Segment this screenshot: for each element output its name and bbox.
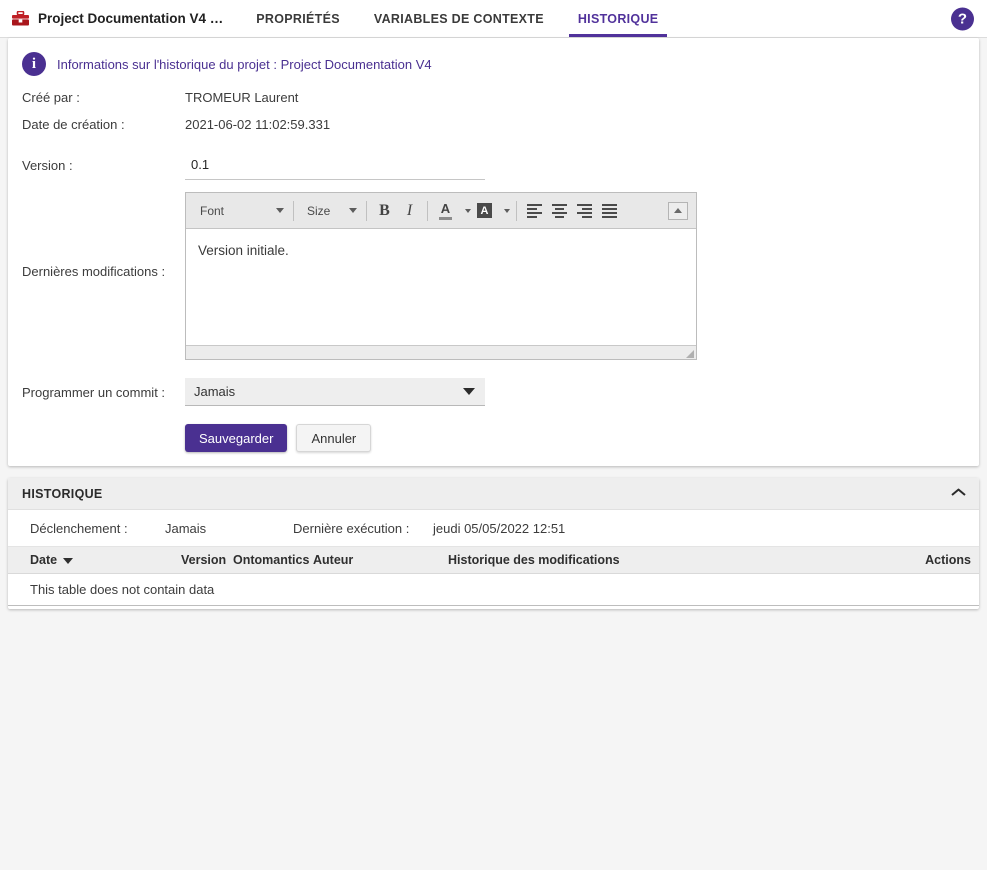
- editor-toolbar: Font Size B I A A: [186, 193, 696, 229]
- column-header-ontomantics[interactable]: Ontomantics: [225, 546, 309, 574]
- creation-date-row: Date de création : 2021-06-02 11:02:59.3…: [8, 113, 979, 141]
- tab-proprietes-label: PROPRIÉTÉS: [256, 11, 340, 26]
- tab-proprietes[interactable]: PROPRIÉTÉS: [239, 0, 357, 37]
- italic-button[interactable]: I: [397, 199, 422, 223]
- background-color-button[interactable]: A: [472, 199, 497, 223]
- creation-date-value: 2021-06-02 11:02:59.331: [185, 117, 331, 132]
- history-panel-title: HISTORIQUE: [22, 486, 103, 501]
- help-icon[interactable]: ?: [951, 7, 974, 30]
- size-dropdown[interactable]: Size: [299, 199, 361, 222]
- chevron-down-icon: [465, 208, 471, 213]
- commit-schedule-select[interactable]: Jamais: [185, 378, 485, 406]
- trigger-value: Jamais: [165, 520, 207, 536]
- text-color-dropdown[interactable]: [458, 199, 472, 223]
- table-bottom-padding: [8, 606, 979, 609]
- align-justify-button[interactable]: [597, 199, 622, 223]
- project-history-form-card: i Informations sur l'historique du proje…: [8, 38, 979, 466]
- column-header-version[interactable]: Version: [173, 546, 226, 574]
- chevron-up-icon[interactable]: [952, 490, 965, 498]
- toolbar-divider: [516, 200, 517, 221]
- toolbar-divider: [293, 200, 294, 221]
- top-navigation-bar: Project Documentation V4 … PROPRIÉTÉS VA…: [0, 0, 987, 38]
- background-color-dropdown[interactable]: [497, 199, 511, 223]
- bold-icon: B: [379, 201, 390, 219]
- font-dropdown[interactable]: Font: [192, 199, 288, 222]
- last-run-value: jeudi 05/05/2022 12:51: [433, 520, 566, 536]
- history-table-header-row: Date Version Ontomantics Auteur Historiq…: [8, 546, 979, 574]
- sort-descending-icon: [63, 557, 74, 564]
- text-color-glyph: A: [440, 200, 451, 216]
- history-table: Date Version Ontomantics Auteur Historiq…: [8, 546, 979, 606]
- trigger-label: Déclenchement :: [30, 520, 128, 536]
- toolbar-divider: [427, 200, 428, 221]
- tab-variables-de-contexte-label: VARIABLES DE CONTEXTE: [373, 11, 544, 26]
- created-by-row: Créé par : TROMEUR Laurent: [8, 86, 979, 113]
- triangle-up-icon: [674, 208, 682, 213]
- text-color-icon: A: [439, 202, 452, 220]
- rich-text-editor: Font Size B I A A Version initiale.: [185, 192, 697, 360]
- align-right-button[interactable]: [572, 199, 597, 223]
- background-color-icon: A: [477, 203, 492, 218]
- save-button[interactable]: Sauvegarder: [185, 424, 288, 452]
- info-banner: i Informations sur l'historique du proje…: [8, 38, 979, 86]
- chevron-down-icon: [504, 208, 510, 213]
- column-header-date-label: Date: [30, 553, 58, 567]
- info-banner-text: Informations sur l'historique du projet …: [57, 56, 432, 72]
- toolbox-icon: [12, 10, 29, 26]
- column-header-actions: Actions: [899, 546, 979, 574]
- editor-status-bar: [186, 345, 696, 359]
- align-justify-icon: [602, 203, 617, 218]
- history-panel: HISTORIQUE Déclenchement : Jamais Derniè…: [8, 478, 979, 609]
- info-icon: i: [22, 52, 46, 76]
- last-changes-textarea[interactable]: Version initiale.: [186, 229, 696, 345]
- align-center-button[interactable]: [547, 199, 572, 223]
- history-panel-header[interactable]: HISTORIQUE: [8, 478, 979, 510]
- last-changes-label: Dernières modifications :: [22, 264, 166, 279]
- bold-button[interactable]: B: [372, 199, 397, 223]
- column-header-auteur[interactable]: Auteur: [305, 546, 440, 574]
- creation-date-label: Date de création :: [22, 117, 125, 132]
- italic-icon: I: [406, 201, 413, 219]
- chevron-down-icon: [349, 208, 357, 213]
- commit-schedule-label: Programmer un commit :: [22, 384, 166, 400]
- chevron-down-icon: [463, 388, 475, 395]
- font-dropdown-label: Font: [200, 203, 225, 218]
- tab-historique-label: HISTORIQUE: [577, 11, 659, 26]
- created-by-label: Créé par :: [22, 90, 80, 105]
- version-row: Version :: [8, 147, 979, 183]
- help-icon-glyph: ?: [957, 10, 968, 27]
- form-actions: Sauvegarder Annuler: [8, 424, 979, 452]
- column-header-historique-des-modifications[interactable]: Historique des modifications: [440, 546, 899, 574]
- align-left-button[interactable]: [522, 199, 547, 223]
- tab-variables-de-contexte[interactable]: VARIABLES DE CONTEXTE: [357, 0, 561, 37]
- collapse-toolbar-button[interactable]: [668, 201, 688, 220]
- toolbar-divider: [366, 200, 367, 221]
- text-color-button[interactable]: A: [433, 199, 458, 223]
- background-color-glyph: A: [480, 204, 489, 217]
- commit-schedule-row: Programmer un commit : Jamais: [8, 375, 979, 409]
- commit-schedule-value: Jamais: [194, 384, 236, 399]
- align-center-icon: [552, 203, 567, 218]
- last-changes-row: Dernières modifications : Font Size B I: [8, 192, 979, 360]
- history-meta-row: Déclenchement : Jamais Dernière exécutio…: [8, 510, 979, 546]
- version-label: Version :: [22, 157, 73, 173]
- created-by-value: TROMEUR Laurent: [185, 90, 299, 105]
- chevron-down-icon: [276, 208, 284, 213]
- tab-historique[interactable]: HISTORIQUE: [561, 0, 676, 37]
- version-input[interactable]: [185, 150, 485, 180]
- table-empty-message: This table does not contain data: [8, 573, 979, 606]
- resize-handle-icon[interactable]: [686, 350, 694, 358]
- align-left-icon: [527, 203, 542, 218]
- last-run-label: Dernière exécution :: [293, 520, 410, 536]
- size-dropdown-label: Size: [307, 203, 331, 218]
- history-table-body: This table does not contain data: [8, 573, 979, 606]
- project-tab[interactable]: Project Documentation V4 …: [0, 0, 239, 37]
- column-header-date[interactable]: Date: [8, 546, 173, 574]
- cancel-button[interactable]: Annuler: [296, 424, 372, 452]
- table-empty-row: This table does not contain data: [8, 573, 979, 606]
- project-title: Project Documentation V4 …: [38, 11, 224, 26]
- align-right-icon: [577, 203, 592, 218]
